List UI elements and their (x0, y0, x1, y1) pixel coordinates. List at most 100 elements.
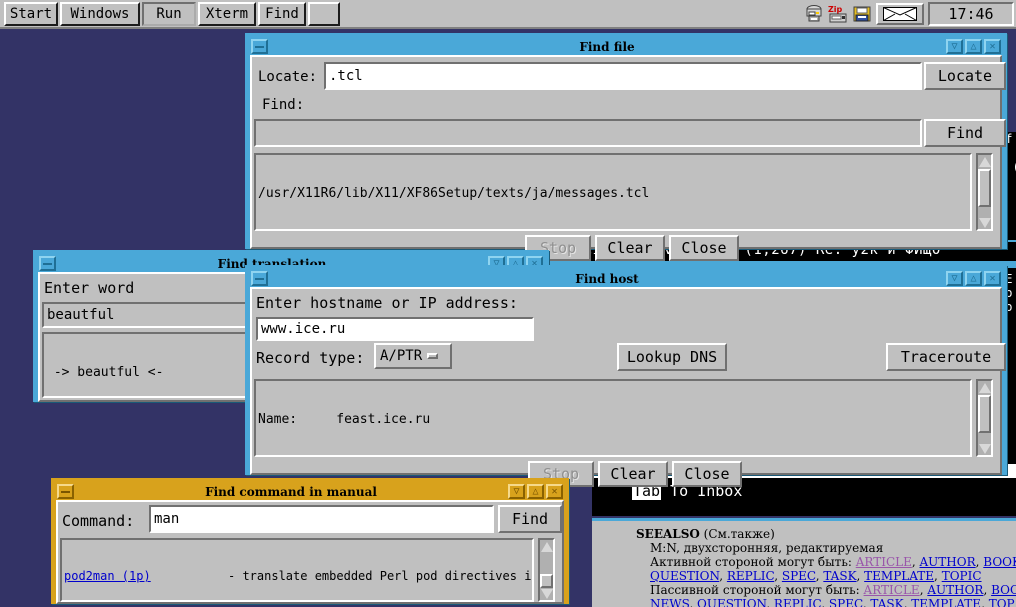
doc-link-template[interactable]: TEMPLATE (864, 569, 934, 583)
manual-desc: - translate embedded Perl pod directives… (228, 569, 532, 583)
translation-results[interactable]: -> beautful <- (0 entries found) ****** … (42, 332, 248, 398)
taskbar-clock[interactable]: 17:46 (928, 2, 1014, 26)
background-document-window[interactable]: SEEALSO (См.также) M:N, двухсторонняя, р… (592, 518, 1016, 607)
command-input[interactable]: man (149, 505, 494, 533)
manual-results[interactable]: pod2man (1p) - translate embedded Perl po… (60, 538, 534, 602)
record-type-select[interactable]: A/PTR (374, 343, 452, 369)
printer-icon[interactable] (804, 4, 824, 24)
close-button[interactable]: Close (672, 461, 742, 487)
doc-link-question[interactable]: QUESTION (650, 569, 719, 583)
scroll-down-icon[interactable] (978, 442, 991, 455)
doc-line-2-prefix: Активной стороной могут быть: (650, 555, 856, 569)
close-button[interactable]: Close (669, 235, 739, 261)
find-file-scrollbar[interactable] (976, 153, 993, 231)
locate-input[interactable]: .tcl (324, 62, 922, 90)
hostname-input[interactable]: www.ice.ru (256, 317, 534, 341)
window-menu-icon[interactable] (251, 39, 268, 54)
scrollbar-thumb[interactable] (540, 574, 553, 588)
scroll-up-icon[interactable] (540, 540, 553, 553)
maximize-icon[interactable]: △ (965, 39, 982, 54)
scroll-down-icon[interactable] (978, 216, 991, 229)
doc-link-replic[interactable]: REPLIC (727, 569, 774, 583)
doc-link-spec-2[interactable]: SPEC (829, 597, 863, 607)
doc-line-3: QUESTION, REPLIC, SPEC, TASK, TEMPLATE, … (650, 569, 982, 583)
doc-link-question-2[interactable]: QUESTION (697, 597, 766, 607)
doc-link-news[interactable]: NEWS (650, 597, 689, 607)
doc-link-article[interactable]: ARTICLE (856, 555, 912, 569)
traceroute-button[interactable]: Traceroute (886, 343, 1006, 371)
mailbox-button[interactable] (876, 3, 924, 25)
doc-link-author[interactable]: AUTHOR (920, 555, 976, 569)
find-file-results[interactable]: /usr/X11R6/lib/X11/XF86Setup/texts/ja/me… (254, 153, 972, 231)
find-file-titlebar[interactable]: Find file ▽ △ ✕ (250, 38, 1002, 55)
manual-scrollbar[interactable] (538, 538, 555, 602)
doc-link-spec[interactable]: SPEC (782, 569, 816, 583)
iconify-icon[interactable]: ▽ (508, 484, 525, 499)
floppy-icon[interactable] (852, 4, 872, 24)
find-host-window[interactable]: Find host ▽ △ ✕ Enter hostname or IP add… (245, 265, 1007, 487)
clear-button[interactable]: Clear (598, 461, 668, 487)
doc-heading-ru: (См.также) (703, 527, 775, 541)
doc-link-book[interactable]: BOOK (983, 555, 1016, 569)
manual-link-pod2man[interactable]: pod2man (1p) (64, 569, 228, 583)
doc-line-1: M:N, двухсторонняя, редактируемая (650, 541, 884, 555)
find-input[interactable] (254, 119, 922, 147)
scrollbar-thumb[interactable] (978, 169, 991, 207)
lookup-dns-button[interactable]: Lookup DNS (617, 343, 727, 371)
doc-link-book-2[interactable]: BOOK (991, 583, 1016, 597)
result-row[interactable]: /usr/X11R6/lib/X11/XF86Setup/texts/ja/me… (258, 186, 968, 201)
taskbar-xterm-button[interactable]: Xterm (198, 2, 256, 26)
close-icon[interactable]: ✕ (984, 271, 1001, 286)
envelope-icon (883, 7, 917, 21)
doc-link-task-2[interactable]: TASK (870, 597, 903, 607)
system-tray: Zip 17:46 (804, 2, 1014, 26)
locate-button[interactable]: Locate (924, 62, 1006, 90)
scroll-up-icon[interactable] (978, 381, 991, 394)
find-manual-titlebar[interactable]: Find command in manual ▽ △ ✕ (56, 483, 564, 500)
taskbar-empty-slot[interactable] (308, 2, 340, 26)
doc-link-template-2[interactable]: TEMPLATE (911, 597, 981, 607)
close-icon[interactable]: ✕ (984, 39, 1001, 54)
maximize-icon[interactable]: △ (965, 271, 982, 286)
find-file-window[interactable]: Find file ▽ △ ✕ Locate: .tcl Locate Find… (245, 33, 1007, 261)
find-button[interactable]: Find (924, 119, 1006, 147)
find-host-results[interactable]: Name: feast.ice.ru Address: 194.247.147.… (254, 379, 972, 457)
svg-text:Zip: Zip (828, 5, 843, 14)
window-menu-icon[interactable] (251, 271, 268, 286)
iconify-icon[interactable]: ▽ (946, 271, 963, 286)
word-input[interactable]: beautful (42, 302, 248, 328)
doc-link-top[interactable]: TOP (989, 597, 1015, 607)
doc-line-4-prefix: Пассивной стороной могут быть: (650, 583, 864, 597)
scrollbar-thumb[interactable] (978, 395, 991, 433)
enter-word-label: Enter word (44, 279, 135, 297)
locate-label: Locate: (258, 69, 318, 85)
taskbar[interactable]: Start Windows Run Xterm Find Zip 17:46 (0, 0, 1016, 29)
doc-link-task[interactable]: TASK (823, 569, 856, 583)
host-result-row: Name: feast.ice.ru (258, 412, 431, 427)
doc-link-replic-2[interactable]: REPLIC (774, 597, 821, 607)
iconify-icon[interactable]: ▽ (946, 39, 963, 54)
clear-button[interactable]: Clear (595, 235, 665, 261)
manual-find-button[interactable]: Find (498, 505, 562, 533)
find-host-scrollbar[interactable] (976, 379, 993, 457)
zip-icon[interactable]: Zip (828, 4, 848, 24)
scroll-up-icon[interactable] (978, 155, 991, 168)
window-menu-icon[interactable] (57, 484, 74, 499)
close-icon[interactable]: ✕ (546, 484, 563, 499)
taskbar-windows-button[interactable]: Windows (60, 2, 140, 26)
doc-link-article-2[interactable]: ARTICLE (864, 583, 920, 597)
find-host-titlebar[interactable]: Find host ▽ △ ✕ (250, 270, 1002, 287)
doc-heading: SEEALSO (636, 527, 700, 541)
scroll-down-icon[interactable] (540, 587, 553, 600)
record-type-label: Record type: (256, 349, 365, 367)
window-menu-icon[interactable] (39, 256, 56, 271)
taskbar-find-button[interactable]: Find (258, 2, 306, 26)
maximize-icon[interactable]: △ (527, 484, 544, 499)
find-manual-window[interactable]: Find command in manual ▽ △ ✕ Command: ma… (51, 478, 569, 604)
taskbar-run-button[interactable]: Run (142, 2, 196, 26)
manual-result-row[interactable]: pod2man (1p) - translate embedded Perl po… (64, 569, 532, 583)
taskbar-start-button[interactable]: Start (4, 2, 58, 26)
translation-result-row: -> beautful <- (46, 365, 164, 380)
doc-link-author-2[interactable]: AUTHOR (927, 583, 983, 597)
doc-link-topic[interactable]: TOPIC (942, 569, 982, 583)
